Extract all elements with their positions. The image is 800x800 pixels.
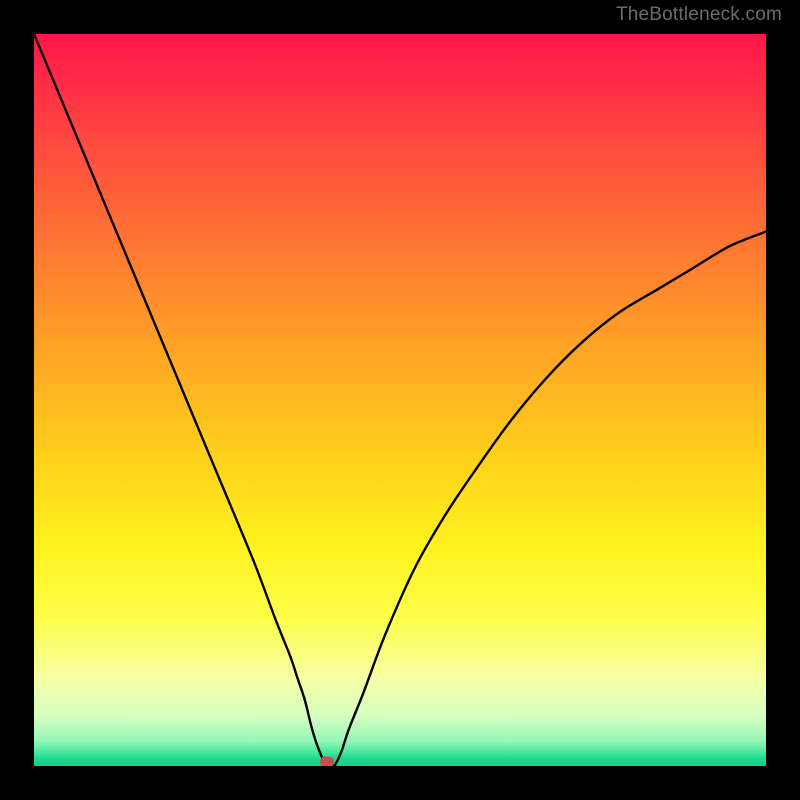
watermark-text: TheBottleneck.com <box>616 4 782 26</box>
plot-area <box>34 34 766 766</box>
curve-path <box>34 34 766 766</box>
chart-frame: TheBottleneck.com <box>0 0 800 800</box>
optimum-marker <box>320 757 334 766</box>
bottleneck-curve <box>34 34 766 766</box>
